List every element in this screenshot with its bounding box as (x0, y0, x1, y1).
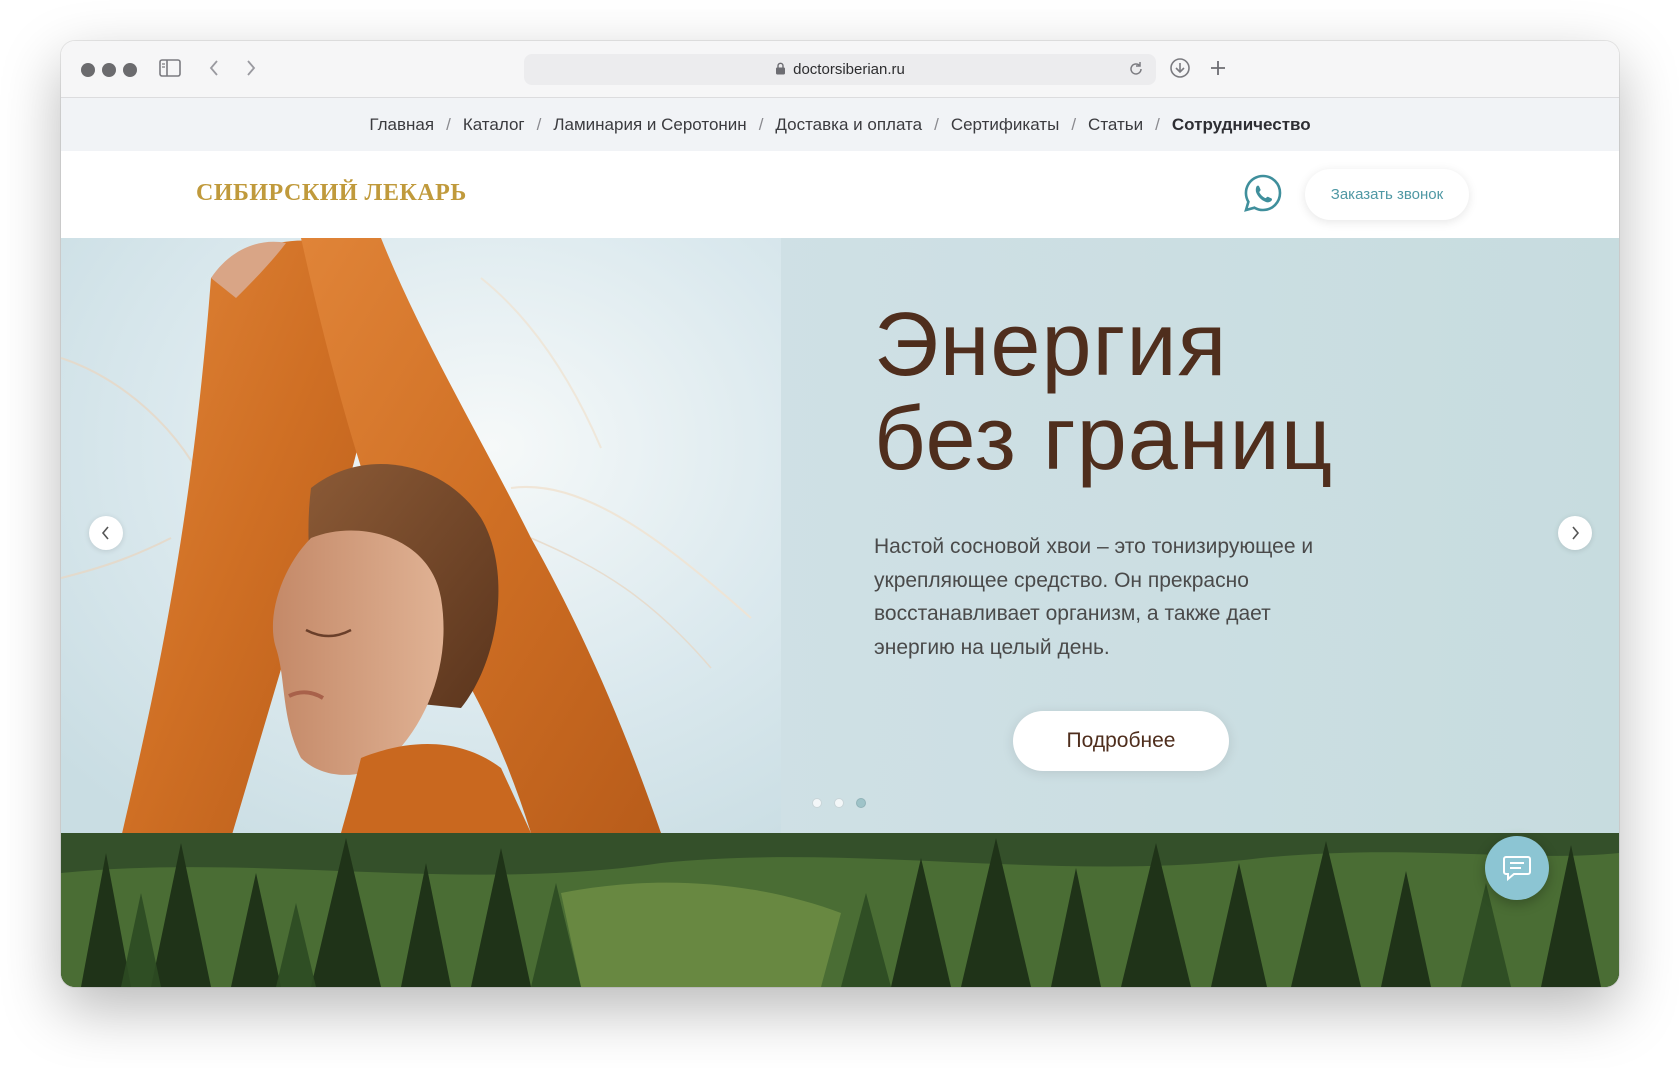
nav-item-certificates[interactable]: Сертификаты (951, 115, 1059, 135)
order-call-button[interactable]: Заказать звонок (1305, 169, 1469, 220)
nav-separator: / (1155, 114, 1160, 134)
new-tab-plus-icon[interactable] (1205, 57, 1231, 83)
nav-item-catalog[interactable]: Каталог (463, 115, 525, 135)
nav-item-cooperation[interactable]: Сотрудничество (1172, 115, 1311, 135)
nav-item-articles[interactable]: Статьи (1088, 115, 1143, 135)
more-details-button[interactable]: Подробнее (1013, 711, 1229, 771)
slider-dots (812, 798, 866, 808)
whatsapp-icon[interactable] (1241, 172, 1285, 216)
url-text: doctorsiberian.ru (793, 61, 905, 78)
hero-title-line-1: Энергия (874, 295, 1228, 395)
top-navigation: Главная / Каталог / Ламинария и Серотони… (61, 98, 1619, 151)
forward-chevron-right-icon[interactable] (238, 57, 264, 83)
nav-item-laminaria[interactable]: Ламинария и Серотонин (553, 115, 746, 135)
address-bar[interactable]: doctorsiberian.ru (524, 54, 1156, 85)
chat-icon[interactable] (1485, 836, 1549, 900)
forest-banner-image (61, 833, 1619, 987)
nav-separator: / (934, 114, 939, 134)
nav-separator: / (536, 114, 542, 134)
site-logo[interactable]: СИБИРСКИЙ ЛЕКАРЬ (196, 180, 467, 207)
slider-next-chevron-right-icon[interactable] (1558, 516, 1592, 550)
close-window-button[interactable] (81, 63, 95, 77)
slider-prev-chevron-left-icon[interactable] (89, 516, 123, 550)
forest-illustration (61, 833, 1619, 987)
sidebar-icon[interactable] (157, 57, 183, 83)
slider-dot-2[interactable] (834, 798, 844, 808)
browser-toolbar: doctorsiberian.ru (61, 41, 1619, 98)
reload-icon[interactable] (1126, 59, 1146, 79)
site-header: СИБИРСКИЙ ЛЕКАРЬ Заказать звонок (61, 151, 1619, 238)
browser-window: doctorsiberian.ru Главная / Каталог / Ла… (61, 41, 1619, 987)
hero-title: Энергия без границ (874, 298, 1333, 486)
slider-dot-1[interactable] (812, 798, 822, 808)
nav-separator: / (758, 114, 764, 134)
zoom-window-button[interactable] (123, 63, 137, 77)
hero-woman-photo (61, 238, 781, 833)
hero-title-line-2: без границ (874, 389, 1334, 489)
minimize-window-button[interactable] (102, 63, 116, 77)
nav-separator: / (446, 114, 451, 134)
slider-dot-3[interactable] (856, 798, 866, 808)
nav-item-home[interactable]: Главная (369, 115, 434, 135)
download-icon[interactable] (1167, 57, 1193, 83)
hero-description: Настой сосновой хвои – это тонизирующее … (874, 535, 1314, 659)
hero-slider: Энергия без границ Настой сосновой хвои … (61, 238, 1619, 833)
nav-separator: / (1071, 114, 1077, 134)
nav-item-delivery[interactable]: Доставка и оплата (775, 115, 922, 135)
back-chevron-left-icon[interactable] (201, 57, 227, 83)
lock-icon (776, 62, 786, 75)
